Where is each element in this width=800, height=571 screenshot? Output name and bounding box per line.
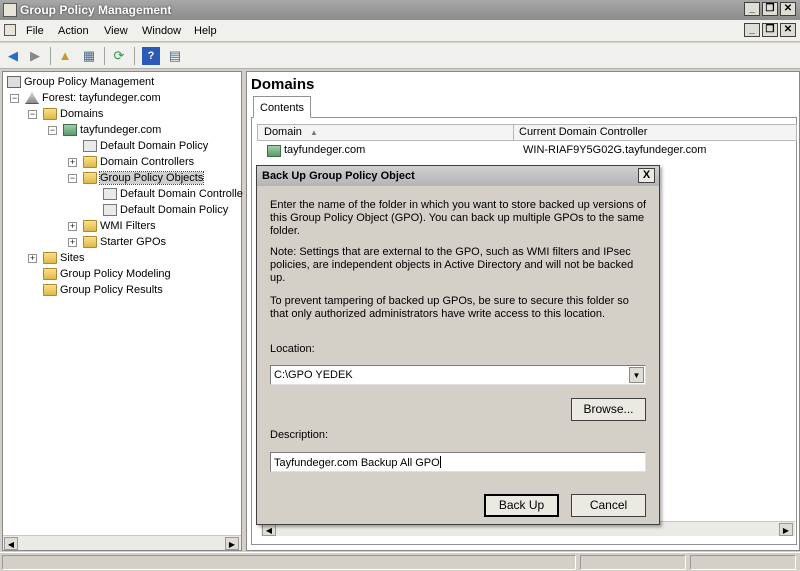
collapse-icon[interactable]: − xyxy=(10,94,19,103)
starter-gpos-folder-icon xyxy=(83,236,97,249)
collapse-icon[interactable]: − xyxy=(68,174,77,183)
show-hide-tree-icon[interactable]: ▦ xyxy=(80,47,98,65)
domain-icon xyxy=(63,124,77,137)
location-label: Location: xyxy=(270,343,315,355)
ou-folder-icon xyxy=(83,156,97,169)
menu-window[interactable]: Window xyxy=(142,25,181,37)
domain-icon xyxy=(267,145,281,157)
console-tree: Group Policy Management − Forest: tayfun… xyxy=(2,71,243,551)
scroll-right-icon[interactable]: ▶ xyxy=(779,523,793,536)
title-bar[interactable]: Group Policy Management _ ❐ ✕ xyxy=(0,0,800,20)
tab-contents[interactable]: Contents xyxy=(253,96,312,118)
tree-node-default-domain-policy-gpo[interactable]: Default Domain Policy xyxy=(103,202,228,218)
gpo-icon xyxy=(103,188,117,201)
modeling-icon xyxy=(43,268,57,281)
tree-node-domain[interactable]: tayfundeger.com xyxy=(63,122,161,138)
dialog-title[interactable]: Back Up Group Policy Object xyxy=(257,166,659,186)
close-button[interactable]: ✕ xyxy=(780,2,796,16)
location-combobox[interactable]: C:\GPO YEDEK ▼ xyxy=(270,365,646,385)
expand-icon[interactable]: + xyxy=(68,158,77,167)
expand-icon[interactable]: + xyxy=(68,238,77,247)
text-caret xyxy=(439,456,441,468)
document-icon xyxy=(4,24,16,36)
window-title: Group Policy Management xyxy=(20,3,172,17)
column-header-controller[interactable]: Current Domain Controller xyxy=(519,126,647,138)
tree-node-starter-gpos[interactable]: Starter GPOs xyxy=(83,234,166,250)
toolbar-separator xyxy=(134,47,135,65)
status-cell xyxy=(2,555,576,570)
child-minimize-button[interactable]: _ xyxy=(744,23,760,37)
dialog-warning-text: To prevent tampering of backed up GPOs, … xyxy=(270,295,629,320)
forest-icon xyxy=(25,92,39,105)
tree-node-modeling[interactable]: Group Policy Modeling xyxy=(43,266,171,282)
chevron-down-icon[interactable]: ▼ xyxy=(629,367,644,383)
tree-node-domains[interactable]: Domains xyxy=(43,106,103,122)
tree-node-sites[interactable]: Sites xyxy=(43,250,84,266)
tree-node-forest[interactable]: Forest: tayfundeger.com xyxy=(25,90,161,106)
dialog-note-text: Note: Settings that are external to the … xyxy=(270,246,634,284)
tree-node-wmi-filters[interactable]: WMI Filters xyxy=(83,218,156,234)
status-cell xyxy=(690,555,796,570)
toolbar-separator xyxy=(50,47,51,65)
restore-button[interactable]: ❐ xyxy=(762,2,778,16)
cancel-button[interactable]: Cancel xyxy=(571,494,646,517)
dialog-intro-text: Enter the name of the folder in which yo… xyxy=(270,199,647,237)
menu-view[interactable]: View xyxy=(104,25,128,37)
dialog-close-button[interactable]: X xyxy=(638,168,655,183)
description-label: Description: xyxy=(270,429,329,441)
up-folder-icon[interactable]: ▲ xyxy=(56,47,74,65)
expand-icon[interactable]: + xyxy=(68,222,77,231)
sites-folder-icon xyxy=(43,252,57,265)
properties-pane-icon[interactable]: ▤ xyxy=(166,47,184,65)
forward-arrow-icon[interactable]: ▶ xyxy=(26,47,44,65)
tree-node-root[interactable]: Group Policy Management xyxy=(7,74,154,90)
tree-node-results[interactable]: Group Policy Results xyxy=(43,282,163,298)
gpo-folder-icon xyxy=(83,172,97,185)
menu-file[interactable]: File xyxy=(26,25,44,37)
row-domain[interactable]: tayfundeger.com xyxy=(284,144,365,156)
sort-ascending-icon: ▲ xyxy=(310,128,318,137)
location-value: C:\GPO YEDEK xyxy=(274,369,353,381)
toolbar-separator xyxy=(104,47,105,65)
collapse-icon[interactable]: − xyxy=(48,126,57,135)
status-bar xyxy=(0,552,800,571)
child-close-button[interactable]: ✕ xyxy=(780,23,796,37)
wmi-folder-icon xyxy=(83,220,97,233)
domains-folder-icon xyxy=(43,108,57,121)
menu-help[interactable]: Help xyxy=(194,25,217,37)
scroll-left-icon[interactable]: ◀ xyxy=(4,537,18,550)
gpo-icon xyxy=(103,204,117,217)
tree-node-domain-controllers[interactable]: Domain Controllers xyxy=(83,154,194,170)
gpo-link-icon xyxy=(83,140,97,153)
pane-title: Domains xyxy=(251,76,315,93)
column-separator[interactable] xyxy=(513,125,514,141)
column-header-domain[interactable]: Domain xyxy=(264,126,302,138)
toolbar: ◀ ▶ ▲ ▦ ⟳ ? ▤ xyxy=(0,43,800,69)
minimize-button[interactable]: _ xyxy=(744,2,760,16)
results-icon xyxy=(43,284,57,297)
collapse-icon[interactable]: − xyxy=(28,110,37,119)
expand-icon[interactable]: + xyxy=(28,254,37,263)
refresh-icon[interactable]: ⟳ xyxy=(110,47,128,65)
tree-node-default-domain-policy[interactable]: Default Domain Policy xyxy=(83,138,208,154)
description-value: Tayfundeger.com Backup All GPO xyxy=(274,457,440,469)
tree-node-default-domain-controllers-policy[interactable]: Default Domain Controlle xyxy=(103,186,243,202)
gpmc-root-icon xyxy=(7,76,21,89)
help-icon[interactable]: ? xyxy=(142,47,160,65)
status-cell xyxy=(580,555,686,570)
menu-action[interactable]: Action xyxy=(58,25,89,37)
tree-horizontal-scrollbar[interactable]: ◀ ▶ xyxy=(3,535,241,550)
scroll-right-icon[interactable]: ▶ xyxy=(225,537,239,550)
list-header: Domain ▲ Current Domain Controller xyxy=(257,124,797,141)
tree-node-group-policy-objects[interactable]: Group Policy Objects xyxy=(83,170,205,186)
backup-gpo-dialog: Back Up Group Policy Object X Enter the … xyxy=(256,165,660,525)
back-up-button[interactable]: Back Up xyxy=(484,494,559,517)
row-controller[interactable]: WIN-RIAF9Y5G02G.tayfundeger.com xyxy=(523,144,706,156)
back-arrow-icon[interactable]: ◀ xyxy=(4,47,22,65)
menu-bar: File Action View Window Help _ ❐ ✕ xyxy=(0,20,800,42)
gpmc-app-icon xyxy=(3,3,17,17)
browse-button[interactable]: Browse... xyxy=(571,398,646,421)
child-restore-button[interactable]: ❐ xyxy=(762,23,778,37)
description-input[interactable]: Tayfundeger.com Backup All GPO xyxy=(270,452,646,472)
